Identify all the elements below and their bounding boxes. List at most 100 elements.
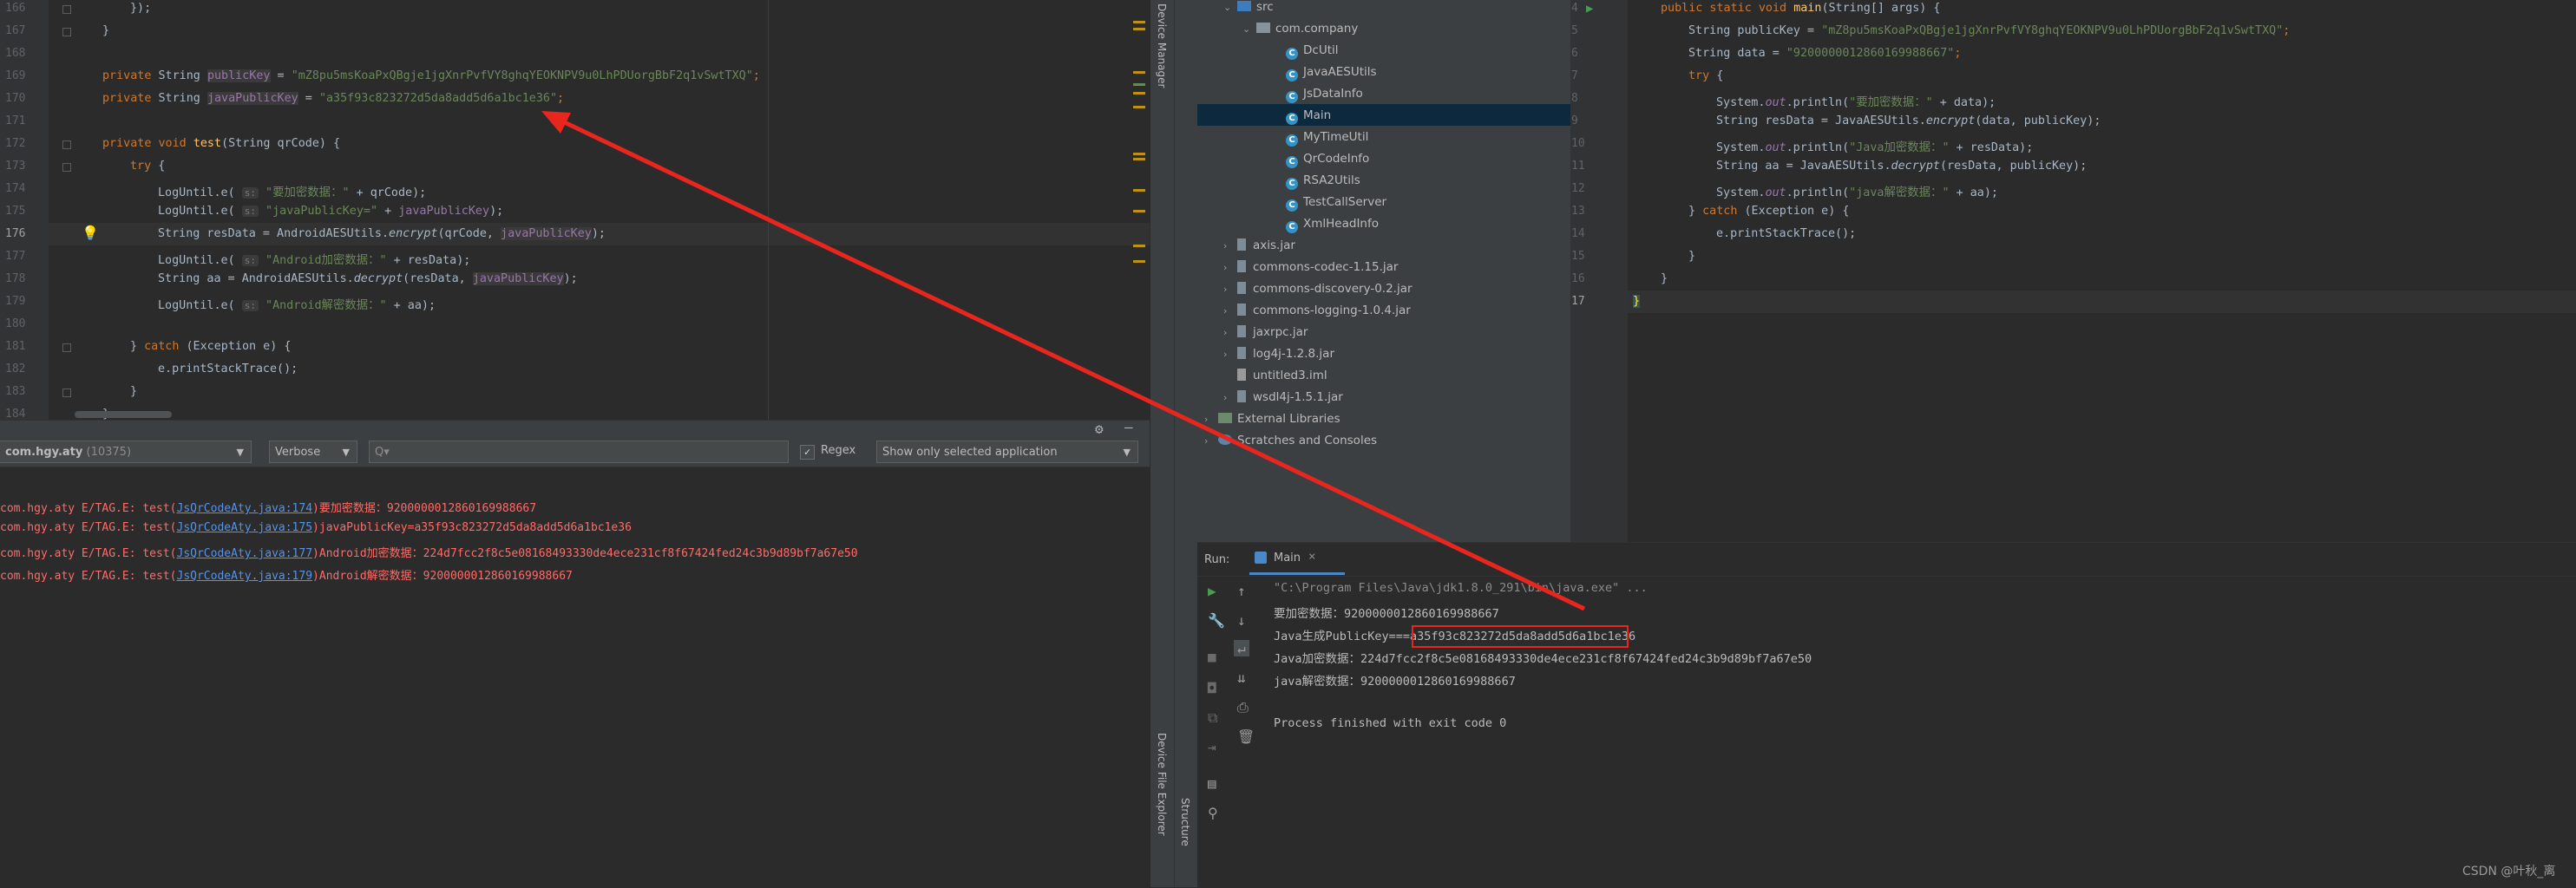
tree-item-file[interactable]: untitled3.iml — [1223, 369, 1327, 382]
tree-item-external-libraries[interactable]: › External Libraries — [1204, 412, 1340, 426]
regex-checkbox[interactable]: ✓ — [800, 445, 815, 460]
code-line: private void test(String qrCode) { — [102, 137, 341, 150]
line-number: 171 — [5, 114, 26, 127]
down-arrow-icon[interactable]: ↓ — [1237, 612, 1246, 629]
tree-item-package[interactable]: ⌄ com.company — [1242, 22, 1358, 36]
code-line: LogUntil.e( s: "Android解密数据：" + aa); — [158, 299, 436, 312]
device-file-explorer-tab[interactable]: Device File Explorer — [1156, 733, 1168, 836]
run-tab-main[interactable]: Main × — [1249, 546, 1345, 575]
tree-item-class[interactable]: C DcUtil — [1286, 43, 1339, 60]
warning-stripe[interactable] — [1133, 71, 1145, 74]
stop-icon[interactable]: ■ — [1208, 649, 1216, 665]
line-number: 183 — [5, 385, 26, 398]
warning-stripe[interactable] — [1133, 106, 1145, 108]
tree-item-jar[interactable]: › commons-logging-1.0.4.jar — [1223, 304, 1411, 317]
tree-item-jar[interactable]: › commons-codec-1.15.jar — [1223, 260, 1398, 274]
left-code-editor[interactable]: 166 167 168 169 170 171 172 173 174 175 … — [0, 0, 1150, 420]
class-icon: C — [1286, 91, 1298, 103]
warning-stripe[interactable] — [1133, 28, 1145, 30]
lightbulb-icon[interactable]: 💡 — [82, 225, 99, 241]
process-select[interactable]: com.hgy.aty (10375) ▼ — [0, 441, 252, 463]
code-line: String aa = JavaAESUtils.decrypt(resData… — [1716, 160, 2088, 173]
search-icon: Q▾ — [375, 446, 390, 459]
code-line: }); — [130, 2, 152, 15]
scroll-to-end-icon[interactable]: ⇊ — [1237, 669, 1246, 686]
right-code-editor[interactable]: 4 ▶ 5 6 7 8 9 10 11 12 13 14 15 16 17 pu… — [1570, 0, 2576, 542]
tree-item-class[interactable]: C XmlHeadInfo — [1286, 217, 1379, 233]
fold-marker[interactable] — [62, 343, 71, 352]
device-manager-tab[interactable]: Device Manager — [1156, 3, 1168, 88]
warning-stripe[interactable] — [1133, 83, 1145, 86]
fold-marker[interactable] — [62, 163, 71, 172]
minimize-icon[interactable]: — — [1124, 419, 1133, 435]
warning-stripe[interactable] — [1133, 260, 1145, 263]
tree-item-src[interactable]: ⌄ src — [1223, 0, 1274, 14]
tree-item-class[interactable]: C JsDataInfo — [1286, 87, 1363, 103]
structure-tab[interactable]: Structure — [1179, 798, 1191, 846]
source-link[interactable]: JsQrCodeAty.java:177 — [177, 547, 313, 560]
fold-marker[interactable] — [62, 28, 71, 36]
camera-icon[interactable]: ◘ — [1208, 680, 1216, 696]
line-number: 15 — [1571, 250, 1585, 263]
warning-stripe[interactable] — [1133, 210, 1145, 212]
gear-icon[interactable]: ⚙ — [1095, 421, 1104, 437]
pin-icon[interactable]: ⚲ — [1208, 805, 1218, 821]
tree-item-jar[interactable]: › wsdl4j-1.5.1.jar — [1223, 390, 1343, 404]
console-line: 要加密数据：9200000012860169988667 — [1274, 607, 1499, 621]
warning-stripe[interactable] — [1133, 158, 1145, 160]
wrench-icon[interactable]: 🔧 — [1208, 612, 1225, 629]
copy-icon[interactable]: ⧉ — [1208, 709, 1217, 727]
code-line: try { — [1688, 69, 1724, 82]
rerun-icon[interactable]: ▶ — [1208, 583, 1216, 599]
soft-wrap-icon[interactable]: ↵ — [1234, 640, 1249, 656]
warning-stripe[interactable] — [1133, 245, 1145, 247]
layout-icon[interactable]: ▤ — [1208, 775, 1216, 792]
filter-select[interactable]: Show only selected application ▼ — [876, 441, 1138, 463]
warning-stripe[interactable] — [1133, 92, 1145, 95]
line-number: 180 — [5, 317, 26, 330]
tree-item-class[interactable]: C Main — [1286, 108, 1331, 125]
tree-item-jar[interactable]: › jaxrpc.jar — [1223, 325, 1308, 339]
tree-item-jar[interactable]: › commons-discovery-0.2.jar — [1223, 282, 1413, 296]
warning-stripe[interactable] — [1133, 189, 1145, 192]
login-icon[interactable]: ⇥ — [1208, 739, 1216, 755]
print-icon[interactable]: ⎙ — [1237, 699, 1249, 716]
horizontal-scrollbar[interactable] — [75, 411, 172, 418]
run-tool-strip: Structure — [1174, 0, 1198, 887]
tree-item-class[interactable]: C JavaAESUtils — [1286, 65, 1377, 82]
fold-marker[interactable] — [62, 388, 71, 397]
fold-marker[interactable] — [62, 140, 71, 149]
logcat-search-input[interactable]: Q▾ — [369, 441, 789, 463]
jar-icon — [1237, 304, 1246, 316]
folder-icon — [1237, 1, 1251, 11]
warning-stripe[interactable] — [1133, 21, 1145, 23]
tree-item-jar[interactable]: › log4j-1.2.8.jar — [1223, 347, 1334, 361]
line-number: 167 — [5, 24, 26, 37]
jar-icon — [1237, 238, 1246, 251]
up-arrow-icon[interactable]: ↑ — [1237, 583, 1246, 599]
run-label: Run: — [1204, 553, 1230, 566]
close-icon[interactable]: × — [1308, 550, 1315, 564]
run-panel: Run: Main × ▶ 🔧 ■ ◘ ⧉ ⇥ ▤ ⚲ ↑ ↓ ↵ ⇊ ⎙ 🗑 … — [1197, 542, 2576, 888]
tree-item-scratches[interactable]: › Scratches and Consoles — [1204, 434, 1377, 447]
tree-item-class[interactable]: C QrCodeInfo — [1286, 152, 1369, 168]
code-line: private String publicKey = "mZ8pu5msKoaP… — [102, 69, 760, 82]
source-link[interactable]: JsQrCodeAty.java:179 — [177, 570, 313, 583]
log-level-select[interactable]: Verbose ▼ — [269, 441, 357, 463]
source-link[interactable]: JsQrCodeAty.java:174 — [177, 502, 313, 515]
trash-icon[interactable]: 🗑 — [1237, 728, 1255, 745]
fold-marker[interactable] — [62, 5, 71, 14]
run-gutter-icon[interactable]: ▶ — [1586, 2, 1593, 16]
line-number: 169 — [5, 69, 26, 82]
tree-item-class[interactable]: C TestCallServer — [1286, 195, 1386, 212]
source-link[interactable]: JsQrCodeAty.java:175 — [177, 521, 313, 534]
warning-stripe[interactable] — [1133, 153, 1145, 155]
jar-icon — [1237, 347, 1246, 359]
logcat-header: ⚙ — — [0, 419, 1150, 438]
tree-item-jar[interactable]: › axis.jar — [1223, 238, 1295, 252]
logcat-toolbar: com.hgy.aty (10375) ▼ Verbose ▼ Q▾ ✓ Reg… — [0, 437, 1150, 467]
code-line: } — [130, 385, 138, 398]
tree-item-class[interactable]: C MyTimeUtil — [1286, 130, 1368, 147]
tree-item-class[interactable]: C RSA2Utils — [1286, 173, 1360, 190]
line-number: 6 — [1571, 47, 1578, 60]
